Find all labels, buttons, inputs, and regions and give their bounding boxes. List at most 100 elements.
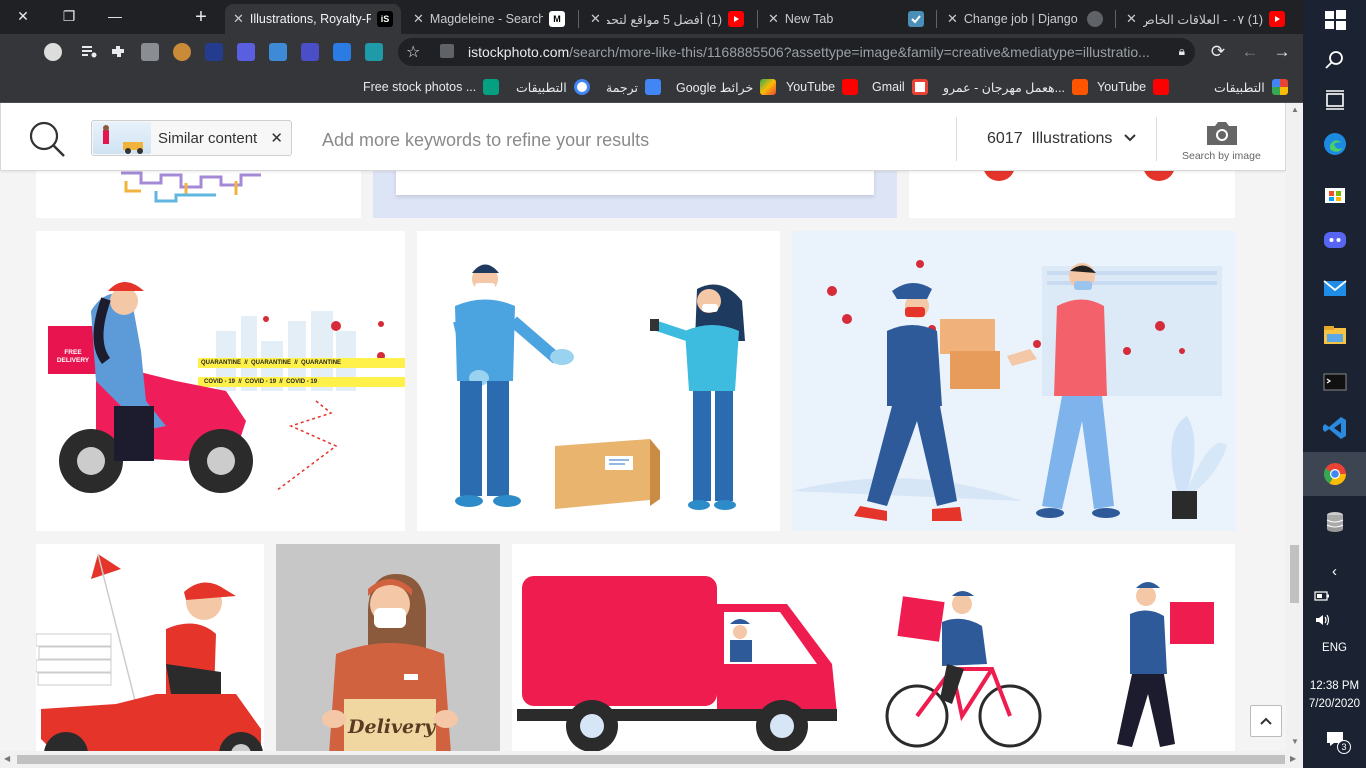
scroll-down-icon[interactable]: ▼ bbox=[1291, 737, 1299, 746]
volume-icon[interactable] bbox=[1314, 611, 1332, 629]
vertical-scrollbar-thumb[interactable] bbox=[1290, 545, 1299, 603]
profile-avatar[interactable] bbox=[44, 43, 62, 61]
clock-date[interactable]: 7/20/2020 bbox=[1303, 698, 1366, 710]
media-type-label: Illustrations bbox=[1031, 130, 1113, 147]
tab-close-icon[interactable]: ✕ bbox=[590, 11, 601, 27]
extension-icon[interactable] bbox=[301, 43, 319, 61]
illustration-card-delivery-box[interactable]: Delivery bbox=[276, 544, 500, 751]
tab-magdeleine[interactable]: ✕ Magdeleine - Search M bbox=[405, 4, 573, 34]
cookie-extension-icon[interactable] bbox=[173, 43, 191, 61]
discord-icon[interactable] bbox=[1322, 227, 1348, 253]
similar-content-chip[interactable]: Similar content ✕ bbox=[91, 120, 292, 156]
database-icon[interactable] bbox=[1322, 509, 1348, 535]
edge-icon[interactable] bbox=[1322, 131, 1348, 157]
address-bar[interactable]: ☆ istockphoto.com/search/more-like-this/… bbox=[398, 38, 1195, 66]
close-window-button[interactable]: ✕ bbox=[0, 0, 46, 32]
forward-icon[interactable]: ← bbox=[1238, 40, 1262, 64]
maps-icon bbox=[760, 79, 777, 95]
restore-window-button[interactable]: ❐ bbox=[46, 0, 92, 32]
illustration-card-pizza-scooter[interactable] bbox=[36, 544, 264, 751]
bookmark-soundcloud[interactable]: هعمل مهرجان - عمرو... bbox=[943, 77, 1089, 97]
vertical-scrollbar[interactable]: ▲ ▼ bbox=[1286, 103, 1303, 751]
extension-icon[interactable] bbox=[237, 43, 255, 61]
scroll-left-icon[interactable]: ◀ bbox=[4, 754, 10, 763]
tab-youtube-arabic-2[interactable]: ✕ (1) ٠٧ - العلاقات الخاص bbox=[1118, 4, 1293, 34]
illustration-card-scooter-delivery[interactable]: FREE DELIVERY QUARANTINE // QUARANTINE /… bbox=[36, 231, 405, 531]
reload-icon[interactable]: ⟳ bbox=[1206, 40, 1230, 64]
terminal-icon[interactable] bbox=[1322, 369, 1348, 395]
checkmark-icon bbox=[908, 11, 924, 27]
similar-content-label: Similar content bbox=[158, 129, 258, 147]
bookmark-youtube[interactable]: YouTube bbox=[1097, 77, 1170, 97]
youtube-icon bbox=[842, 79, 859, 95]
illustration-card-box-handoff[interactable] bbox=[792, 231, 1236, 531]
scroll-up-icon[interactable]: ▲ bbox=[1291, 105, 1299, 114]
bookmark-apps[interactable]: التطبيقات bbox=[1214, 77, 1288, 97]
tab-istock[interactable]: ✕ Illustrations, Royalty-F iS bbox=[225, 4, 401, 34]
checkmark-extension-icon[interactable] bbox=[365, 43, 383, 61]
tab-close-icon[interactable]: ✕ bbox=[233, 11, 244, 27]
horizontal-scrollbar[interactable]: ◀ ▶ bbox=[0, 751, 1303, 768]
mail-icon[interactable] bbox=[1322, 275, 1348, 301]
tab-youtube-arabic[interactable]: ✕ (1) أفضل 5 مواقع لتحم bbox=[582, 4, 752, 34]
file-explorer-icon[interactable] bbox=[1322, 322, 1348, 348]
task-view-icon[interactable] bbox=[1322, 87, 1348, 113]
search-icon[interactable] bbox=[27, 119, 67, 159]
back-icon[interactable]: → bbox=[1270, 40, 1294, 64]
search-icon[interactable] bbox=[1322, 47, 1348, 73]
magdeleine-icon: M bbox=[549, 11, 565, 27]
lock-icon: 🔒︎ bbox=[1178, 44, 1185, 58]
bookmark-pexels[interactable]: Free stock photos ... bbox=[363, 77, 500, 97]
media-control-icon[interactable] bbox=[80, 43, 98, 61]
free-delivery-box-text: FREE DELIVERY bbox=[56, 349, 90, 364]
bookmark-star-icon[interactable]: ☆ bbox=[406, 42, 420, 62]
tab-close-icon[interactable]: ✕ bbox=[1126, 11, 1137, 27]
tab-title: (1) ٠٧ - العلاقات الخاص bbox=[1142, 12, 1263, 27]
extension-icon[interactable] bbox=[205, 43, 223, 61]
search-extension-icon[interactable] bbox=[333, 43, 351, 61]
tab-django[interactable]: ✕ Change job | Django bbox=[939, 4, 1111, 34]
back-to-top-button[interactable] bbox=[1250, 705, 1282, 737]
battery-icon[interactable] bbox=[1314, 588, 1330, 604]
minimize-window-button[interactable]: — bbox=[92, 0, 138, 32]
clock-time[interactable]: 12:38 PM bbox=[1303, 680, 1366, 692]
tab-separator bbox=[757, 10, 758, 28]
illustration-card-van-bike-courier[interactable] bbox=[512, 544, 1235, 751]
bookmark-apps-2[interactable]: التطبيقات bbox=[516, 77, 590, 97]
windows-start-icon[interactable] bbox=[1322, 7, 1348, 33]
extensions-puzzle-icon[interactable] bbox=[109, 43, 127, 61]
keywords-input[interactable]: Add more keywords to refine your results bbox=[322, 130, 649, 151]
globe-icon bbox=[1087, 11, 1103, 27]
bookmark-maps[interactable]: Google خرائط bbox=[676, 77, 777, 97]
site-info-icon[interactable] bbox=[440, 44, 454, 58]
tab-close-icon[interactable]: ✕ bbox=[768, 11, 779, 27]
media-type-dropdown[interactable]: 6017 Illustrations bbox=[987, 130, 1137, 148]
tab-close-icon[interactable]: ✕ bbox=[947, 11, 958, 27]
horizontal-scrollbar-thumb[interactable] bbox=[17, 755, 1285, 764]
tab-title: (1) أفضل 5 مواقع لتحم bbox=[606, 12, 722, 27]
tab-close-icon[interactable]: ✕ bbox=[413, 11, 424, 27]
search-by-image-label[interactable]: Search by image bbox=[1182, 150, 1261, 162]
camera-icon[interactable] bbox=[1204, 119, 1240, 147]
google-icon bbox=[573, 79, 590, 95]
pexels-icon bbox=[483, 79, 500, 95]
bookmark-youtube-2[interactable]: YouTube bbox=[786, 77, 859, 97]
microsoft-store-icon[interactable] bbox=[1322, 180, 1348, 206]
new-tab-button[interactable]: + bbox=[188, 4, 214, 30]
language-indicator[interactable]: ENG bbox=[1303, 642, 1366, 654]
extension-icon[interactable] bbox=[269, 43, 287, 61]
tab-new-tab[interactable]: ✕ New Tab bbox=[760, 4, 932, 34]
vscode-icon[interactable] bbox=[1322, 415, 1348, 441]
illustration-card-contactless-delivery[interactable] bbox=[417, 231, 780, 531]
bookmark-gmail[interactable]: Gmail bbox=[872, 77, 928, 97]
chrome-icon[interactable] bbox=[1322, 461, 1348, 487]
notification-count-badge: 3 bbox=[1337, 740, 1351, 754]
remove-chip-icon[interactable]: ✕ bbox=[270, 129, 283, 147]
scroll-right-icon[interactable]: ▶ bbox=[1290, 754, 1296, 763]
bookmark-translate[interactable]: ترجمة bbox=[606, 77, 662, 97]
show-hidden-icons-chevron[interactable]: ‹ bbox=[1303, 563, 1366, 580]
browser-chrome: ✕ ❐ — + ✕ Illustrations, Royalty-F iS ✕ … bbox=[0, 0, 1303, 103]
similar-content-thumbnail bbox=[93, 122, 151, 154]
extension-icon[interactable] bbox=[141, 43, 159, 61]
delivery-box-text: Delivery bbox=[348, 716, 436, 738]
